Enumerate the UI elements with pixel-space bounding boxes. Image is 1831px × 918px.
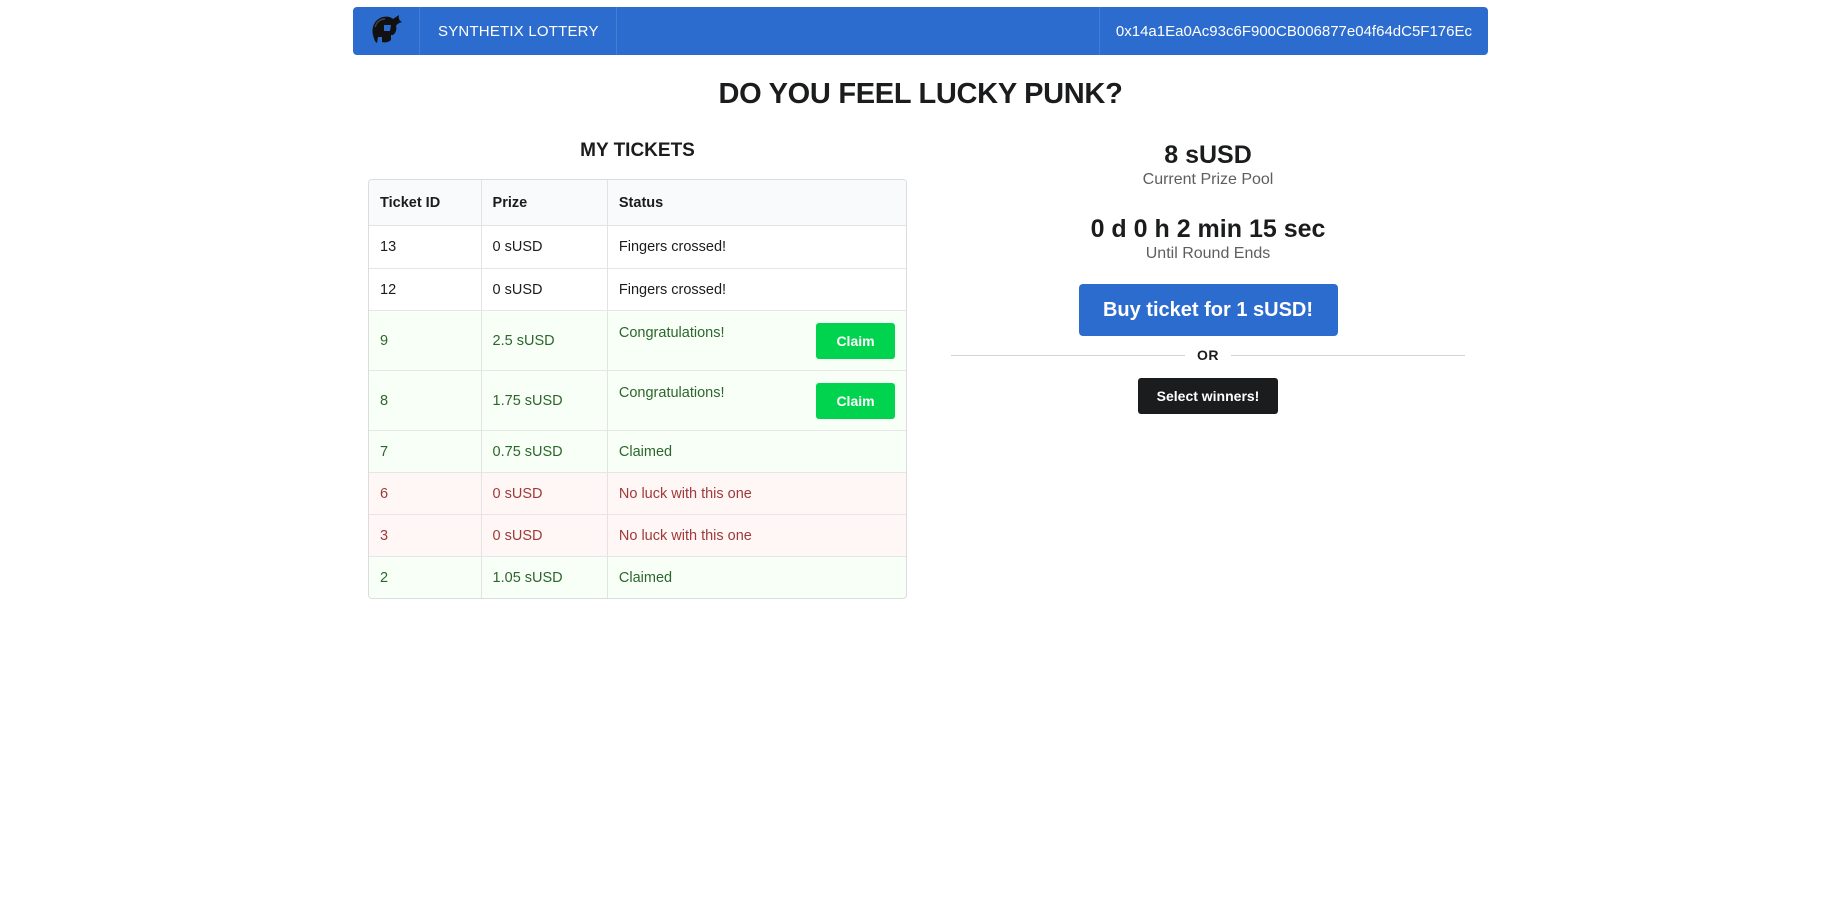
status-text: No luck with this one [618, 485, 752, 502]
prize-panel: 8 sUSD Current Prize Pool 0 d 0 h 2 min … [951, 140, 1465, 414]
prize-cell: 0 sUSD [480, 472, 607, 514]
status-text: Claimed [618, 569, 673, 586]
my-tickets-section: MY TICKETS Ticket ID Prize Status 13 0 sU… [368, 140, 907, 599]
claim-button[interactable]: Claim [816, 322, 895, 359]
page-title: DO YOU FEEL LUCKY PUNK? [718, 78, 1123, 110]
status-cell: Congratulations! Claim [606, 370, 906, 430]
ticket-id-cell: 9 [369, 310, 481, 370]
buy-ticket-button[interactable]: Buy ticket for 1 sUSD! [1078, 284, 1338, 336]
table-row: 7 0.75 sUSD Claimed [369, 430, 906, 472]
table-row: 60 sUSD No luck with this one [369, 472, 906, 514]
prize-pool-label: Current Prize Pool [1142, 171, 1274, 188]
wallet-address[interactable]: 0x14a1Ea0Ac93c6F900CB006877e04f64dC5F176… [1098, 7, 1488, 55]
prize-cell: 0.75 sUSD [480, 430, 607, 472]
table-row: 13 0 sUSD Fingers crossed! [369, 226, 906, 268]
countdown-label: Until Round Ends [1145, 245, 1271, 262]
column-header-status: Status [606, 180, 906, 226]
prize-cell: 0 sUSD [480, 226, 607, 268]
nav-logo[interactable] [353, 7, 420, 55]
table-row: 12 0 sUSD Fingers crossed! [369, 268, 906, 310]
table-row: 9 2.5 sUSD Congratulations! Claim [369, 310, 906, 370]
status-text: Fingers crossed! [618, 281, 727, 298]
or-divider: OR [951, 344, 1465, 366]
status-cell: Claimed [606, 556, 906, 598]
ticket-id-cell: 7 [369, 430, 481, 472]
spartan-helmet-icon [369, 13, 403, 50]
ticket-id-cell: 2 [369, 556, 481, 598]
or-text: OR [1197, 347, 1219, 363]
prize-cell: 1.75 sUSD [480, 370, 607, 430]
ticket-id-cell: 13 [380, 239, 397, 255]
status-text: No luck with this one [618, 527, 752, 544]
status-text: Congratulations! [618, 324, 725, 341]
tickets-table: Ticket ID Prize Status 13 0 sUSD Fingers c… [368, 179, 907, 599]
top-navbar: SYNTHETIX LOTTERY 0x14a1Ea0Ac93c6F900CB0… [353, 7, 1488, 55]
nav-brand-link[interactable]: SYNTHETIX LOTTERY [420, 7, 617, 55]
prize-cell: 1.05 sUSD [480, 556, 607, 598]
ticket-id-cell: 8 [369, 370, 481, 430]
table-header-row: Ticket ID Prize Status [369, 180, 906, 226]
countdown-value: 0 d 0 h 2 min 15 sec [1090, 215, 1326, 243]
divider-line-right [1231, 354, 1465, 356]
status-text: Claimed [618, 443, 673, 460]
status-cell: Fingers crossed! [606, 226, 906, 268]
status-cell: Fingers crossed! [606, 268, 906, 310]
status-text: Congratulations! [618, 384, 725, 401]
column-header-ticket-id: Ticket ID [369, 180, 481, 226]
status-cell: No luck with this one [606, 472, 906, 514]
ticket-id-cell: 12 [369, 268, 481, 310]
claim-button[interactable]: Claim [816, 382, 895, 419]
ticket-id-cell: 6 [369, 472, 481, 514]
prize-cell: 2.5 sUSD [480, 310, 607, 370]
tickets-title: MY TICKETS [580, 140, 695, 161]
table-row: 30 sUSD No luck with this one [369, 514, 906, 556]
prize-pool-value: 8 sUSD [1164, 141, 1252, 169]
status-text: Fingers crossed! [618, 239, 727, 255]
status-cell: No luck with this one [606, 514, 906, 556]
table-row: 8 1.75 sUSD Congratulations! Claim [369, 370, 906, 430]
prize-cell: 0 sUSD [480, 268, 607, 310]
status-cell: Congratulations! Claim [606, 310, 906, 370]
status-cell: Claimed [606, 430, 906, 472]
select-winners-button[interactable]: Select winners! [1138, 378, 1278, 414]
ticket-id-cell: 3 [369, 514, 481, 556]
divider-line-left [951, 354, 1185, 356]
prize-cell: 0 sUSD [480, 514, 607, 556]
column-header-prize: Prize [480, 180, 607, 226]
table-row: 2 1.05 sUSD Claimed [369, 556, 906, 598]
tickets-table-body: 13 0 sUSD Fingers crossed! 12 0 sUSD Fingers … [369, 226, 906, 598]
